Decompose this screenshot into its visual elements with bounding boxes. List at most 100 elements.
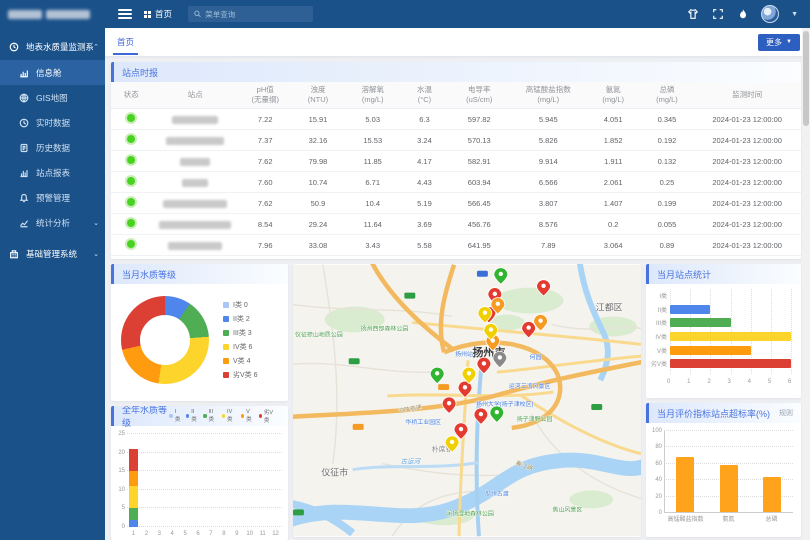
value-cell: 29.24 — [292, 214, 345, 235]
legend-item[interactable]: III类 — [203, 408, 217, 424]
bar-segment-IV类 — [129, 486, 138, 508]
menu-search[interactable] — [188, 6, 313, 22]
stacked-bar-month-5[interactable] — [181, 434, 190, 527]
scrollbar-thumb[interactable] — [803, 31, 809, 126]
station-name-redacted — [180, 158, 210, 166]
table-row[interactable]: 8.5429.2411.643.69456.768.5760.20.055202… — [111, 214, 801, 235]
legend-swatch — [223, 330, 229, 336]
legend-item[interactable]: I类 0 — [223, 300, 258, 310]
legend-item[interactable]: I类 — [169, 408, 181, 424]
sidebar-item-label: 历史数据 — [36, 142, 70, 154]
sidebar-group-0[interactable]: 地表水质量监测系统⌃ — [0, 34, 105, 60]
bar-总磷[interactable] — [763, 477, 781, 512]
exceed-rate-corner-link[interactable]: 规则 — [779, 408, 793, 418]
page-scrollbar[interactable] — [802, 28, 810, 540]
table-row[interactable]: 7.2215.915.036.3597.825.9454.0510.345202… — [111, 109, 801, 130]
bar-V类[interactable] — [670, 346, 751, 355]
legend-label: V类 4 — [233, 356, 251, 366]
value-cell: 1.407 — [586, 193, 641, 214]
value-cell: 7.62 — [239, 151, 292, 172]
legend-item[interactable]: V类 — [241, 408, 254, 424]
category-label: V类 — [650, 346, 670, 355]
stacked-bar-month-1[interactable] — [129, 434, 138, 527]
status-dot-normal — [127, 219, 135, 227]
x-tick-label: 2 — [142, 531, 150, 537]
app-root: 地表水质量监测系统⌃信息舱GIS地图实时数据历史数据站点报表预警管理统计分析⌄ 基… — [0, 0, 810, 540]
flame-icon[interactable] — [736, 8, 749, 21]
bar-IV类[interactable] — [670, 332, 791, 341]
bar-高锰酸盐指数[interactable] — [676, 457, 694, 512]
menu-search-input[interactable] — [205, 10, 307, 19]
stacked-bar-month-12[interactable] — [271, 434, 280, 527]
annual-quality-card: 全年水质等级 I类II类III类IV类V类劣V类 051015202512345… — [111, 406, 288, 540]
bar-氨氮[interactable] — [720, 465, 738, 512]
legend-item[interactable]: III类 3 — [223, 328, 258, 338]
table-row[interactable]: 7.6010.746.714.43603.946.5662.0610.25202… — [111, 172, 801, 193]
legend-item[interactable]: II类 2 — [223, 314, 258, 324]
value-cell: 7.60 — [239, 172, 292, 193]
table-row[interactable]: 7.6250.910.45.19566.453.8071.4070.199202… — [111, 193, 801, 214]
logo-text-blurred — [46, 10, 90, 19]
value-cell: 3.69 — [401, 214, 448, 235]
bar-II类[interactable] — [670, 305, 710, 314]
logo-text-blurred — [8, 10, 42, 19]
stacked-bar-month-7[interactable] — [206, 434, 215, 527]
table-row[interactable]: 7.6279.9811.854.17582.919.9141.9110.1322… — [111, 151, 801, 172]
stacked-bar-month-8[interactable] — [219, 434, 228, 527]
legend-item[interactable]: V类 4 — [223, 356, 258, 366]
stacked-bar-month-4[interactable] — [168, 434, 177, 527]
chevron-down-icon[interactable]: ▼ — [791, 11, 798, 18]
value-cell: 7.96 — [239, 235, 292, 256]
value-cell: 3.064 — [586, 235, 641, 256]
shirt-icon[interactable] — [686, 8, 699, 21]
value-cell: 6.3 — [401, 109, 448, 130]
status-cell — [111, 214, 152, 235]
station-map-card[interactable]: 扬州市江都区仪征市扬州西部森林公园仪征捺山地质公园运河三湾风景区扬州大学(扬子津… — [293, 264, 641, 537]
y-tick-label: 5 — [115, 505, 125, 511]
stacked-bar-month-6[interactable] — [194, 434, 203, 527]
fullscreen-icon[interactable] — [711, 8, 724, 21]
map-label-仪征市: 仪征市 — [321, 467, 348, 478]
value-cell: 79.98 — [292, 151, 345, 172]
time-cell: 2024-01-23 12:00:00 — [693, 235, 801, 256]
legend-item[interactable]: 劣V类 6 — [223, 370, 258, 380]
stacked-bar-month-3[interactable] — [155, 434, 164, 527]
status-cell — [111, 151, 152, 172]
station-report-card: 站点时报 状态站点pH值(无量纲)浊度(NTU)溶解氧(mg/L)水温(°C)电… — [111, 62, 801, 259]
legend-item[interactable]: II类 — [186, 408, 198, 424]
bar-劣V类[interactable] — [670, 359, 791, 368]
stacked-bar-month-11[interactable] — [258, 434, 267, 527]
table-row[interactable]: 7.9633.083.435.58641.957.893.0640.892024… — [111, 235, 801, 256]
sidebar-item-label: 站点报表 — [36, 167, 70, 179]
legend-item[interactable]: IV类 6 — [223, 342, 258, 352]
legend-item[interactable]: IV类 — [222, 408, 236, 424]
more-button[interactable]: 更多 ▼ — [758, 34, 800, 51]
value-cell: 2.061 — [586, 172, 641, 193]
table-row[interactable]: 7.3732.1615.533.24570.135.8261.8520.1922… — [111, 130, 801, 151]
sidebar-item-信息舱[interactable]: 信息舱 — [0, 60, 105, 85]
stacked-bar-month-2[interactable] — [142, 434, 151, 527]
sidebar-item-统计分析[interactable]: 统计分析⌄ — [0, 210, 105, 235]
sidebar-item-实时数据[interactable]: 实时数据 — [0, 110, 105, 135]
stacked-bar-month-10[interactable] — [245, 434, 254, 527]
sidebar-item-预警管理[interactable]: 预警管理 — [0, 185, 105, 210]
bar-III类[interactable] — [670, 318, 731, 327]
annual-quality-title: 全年水质等级 I类II类III类IV类V类劣V类 — [111, 406, 288, 426]
city-map[interactable]: 扬州市江都区仪征市扬州西部森林公园仪征捺山地质公园运河三湾风景区扬州大学(扬子津… — [293, 264, 641, 537]
legend-swatch — [223, 316, 229, 322]
sidebar-group-1[interactable]: 基础管理系统⌄ — [0, 241, 105, 267]
station-name-cell — [152, 109, 239, 130]
stacked-bar-month-9[interactable] — [232, 434, 241, 527]
legend-item[interactable]: 劣V类 — [259, 408, 276, 424]
legend-label: V类 — [246, 409, 254, 423]
sidebar-item-站点报表[interactable]: 站点报表 — [0, 160, 105, 185]
sidebar-item-label: 预警管理 — [36, 192, 70, 204]
station-name-cell — [152, 214, 239, 235]
tab-home[interactable]: 首页 — [113, 29, 138, 55]
user-avatar[interactable] — [761, 5, 779, 23]
sidebar-item-历史数据[interactable]: 历史数据 — [0, 135, 105, 160]
value-cell: 0.192 — [641, 130, 694, 151]
menu-toggle-icon[interactable] — [118, 9, 132, 19]
sidebar-item-GIS地图[interactable]: GIS地图 — [0, 85, 105, 110]
breadcrumb-home[interactable]: 首页 — [144, 8, 172, 20]
